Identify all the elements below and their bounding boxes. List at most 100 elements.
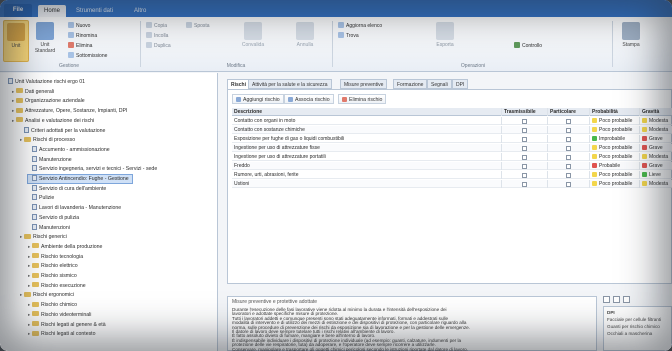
checkbox[interactable] bbox=[522, 145, 527, 151]
validate-button[interactable]: Convalida bbox=[240, 20, 266, 62]
tab-data-tools[interactable]: Strumenti dati bbox=[70, 5, 119, 17]
table-row[interactable]: Freddo Probabile Grave bbox=[232, 162, 672, 170]
column-header[interactable]: Descrizione bbox=[232, 108, 502, 116]
table-row[interactable]: Rumore, urti, abrasioni, ferite Poco prob… bbox=[232, 171, 672, 179]
checkbox[interactable] bbox=[566, 118, 571, 124]
tree-node[interactable]: ▸ Rischio sismico bbox=[28, 272, 77, 280]
tree-node[interactable]: Servizio di pulizia bbox=[28, 213, 79, 222]
checkbox[interactable] bbox=[566, 127, 571, 133]
delete-button[interactable]: Elimina bbox=[68, 42, 92, 50]
move-button[interactable]: Sposta bbox=[186, 22, 210, 30]
severity-cell[interactable]: Modesta bbox=[640, 180, 672, 188]
checkbox[interactable] bbox=[566, 172, 571, 178]
tree-node[interactable]: Servizio Antincendio: Fughe - Gestione bbox=[27, 174, 133, 184]
column-header[interactable]: Trasmissibile bbox=[502, 108, 548, 116]
new-button[interactable]: Nuovo bbox=[68, 22, 90, 30]
tree-node[interactable]: ▸ Rischi legati al genere & età bbox=[28, 321, 106, 329]
tab-segnali[interactable]: Segnali bbox=[427, 79, 452, 89]
checkbox[interactable] bbox=[522, 118, 527, 124]
tab-misure-preventive[interactable]: Misure preventive bbox=[340, 79, 388, 89]
checkbox[interactable] bbox=[522, 163, 527, 169]
tree-node[interactable]: ▸ Rischio chimico bbox=[28, 301, 77, 309]
export-button[interactable]: Esporta bbox=[432, 20, 458, 62]
probability-cell[interactable]: Poco probabile bbox=[590, 180, 640, 188]
copy-button[interactable]: Copia bbox=[146, 22, 167, 30]
tree-node[interactable]: ▸ Organizzazione aziendale bbox=[12, 97, 85, 105]
associate-risk-button[interactable]: Associa rischio bbox=[284, 94, 334, 104]
checkbox[interactable] bbox=[566, 181, 571, 187]
tree-node[interactable]: ▸ Rischio esecuzione bbox=[28, 282, 86, 290]
add-icon[interactable] bbox=[603, 296, 610, 303]
dpi-item[interactable]: Guanti per rischio chimico bbox=[607, 324, 660, 329]
tree-node[interactable]: Manutenzioni bbox=[28, 223, 70, 232]
checkbox[interactable] bbox=[566, 136, 571, 142]
tab-rischi[interactable]: Rischi bbox=[227, 79, 251, 89]
find-button[interactable]: Trova bbox=[338, 32, 359, 40]
delete-icon[interactable] bbox=[623, 296, 630, 303]
probability-cell[interactable]: Poco probabile bbox=[590, 171, 640, 179]
checkbox[interactable] bbox=[566, 154, 571, 160]
tree-node[interactable]: Criteri adottati per la valutazione bbox=[20, 126, 105, 135]
tree-node[interactable]: ▸ Ambiente della produzione bbox=[28, 243, 102, 251]
tab-formazione[interactable]: Formazione bbox=[393, 79, 428, 89]
severity-cell[interactable]: Lieve bbox=[640, 171, 672, 179]
tree-node[interactable]: Pulizie bbox=[28, 194, 54, 202]
probability-cell[interactable]: Poco probabile bbox=[590, 117, 640, 125]
tree-node[interactable]: ▸ Rischi di processo bbox=[20, 136, 75, 144]
tree-node[interactable]: ▸ Dati generali bbox=[12, 88, 54, 96]
tab-dpi[interactable]: DPI bbox=[452, 79, 469, 89]
checkbox[interactable] bbox=[566, 163, 571, 169]
submission-button[interactable]: Sottomissione bbox=[68, 52, 107, 60]
checkbox[interactable] bbox=[566, 145, 571, 151]
tree-node[interactable]: ▸ Rischi legati al contesto bbox=[28, 330, 96, 338]
severity-cell[interactable]: Grave bbox=[640, 162, 672, 170]
tree-node[interactable]: ▸ Rischio elettrico bbox=[28, 262, 78, 270]
tree-node[interactable]: ▸ Analisi e valutazione dei rischi bbox=[12, 117, 94, 125]
table-row[interactable]: Ingestione per uso di attrezzature porta… bbox=[232, 153, 672, 161]
cancel-button[interactable]: Annulla bbox=[292, 20, 318, 62]
checkbox[interactable] bbox=[522, 181, 527, 187]
duplicate-button[interactable]: Duplica bbox=[146, 42, 171, 50]
tree-node[interactable]: Lavori di lavanderia - Manutenzione bbox=[28, 204, 121, 212]
file-menu-button[interactable]: File bbox=[4, 4, 32, 17]
dpi-item[interactable]: Occhiali a mascherina bbox=[607, 331, 652, 336]
refresh-list-button[interactable]: Aggiorna elenco bbox=[338, 22, 382, 30]
probability-cell[interactable]: Improbabile bbox=[590, 135, 640, 143]
tree-node[interactable]: Servizio ingegneria, servizi e tecnici -… bbox=[28, 165, 157, 173]
table-row[interactable]: Ingestione per uso di attrezzature fisse… bbox=[232, 144, 672, 152]
tab-other[interactable]: Altro bbox=[128, 5, 152, 17]
dpi-item[interactable]: Facciale per cellule filtranti bbox=[607, 317, 661, 322]
control-button[interactable]: Controllo bbox=[514, 42, 542, 50]
paste-button[interactable]: Incolla bbox=[146, 32, 168, 40]
edit-icon[interactable] bbox=[613, 296, 620, 303]
tab-attivita-salute-sicurezza[interactable]: Attività per la salute e la sicurezza bbox=[248, 79, 332, 89]
unit-standard-button[interactable]: Unit Standard bbox=[32, 20, 58, 62]
tree-node[interactable]: ▸ Rischi generici bbox=[20, 233, 67, 241]
column-header[interactable]: Gravità bbox=[640, 108, 672, 116]
tree-node[interactable]: ▸ Attrezzature, Opere, Sostanze, Impianti… bbox=[12, 107, 127, 115]
table-row[interactable]: Contatto con organi in moto Poco probabil… bbox=[232, 117, 672, 125]
table-row[interactable]: Ustioni Poco probabile Modesta bbox=[232, 180, 672, 188]
column-header[interactable]: Probabilità bbox=[590, 108, 640, 116]
delete-risk-button[interactable]: Elimina rischio bbox=[338, 94, 387, 104]
column-header[interactable]: Particolare bbox=[548, 108, 590, 116]
tree-node[interactable]: ▸ Rischio videoterminali bbox=[28, 311, 91, 319]
checkbox[interactable] bbox=[522, 154, 527, 160]
probability-cell[interactable]: Probabile bbox=[590, 162, 640, 170]
severity-cell[interactable]: Modesta bbox=[640, 153, 672, 161]
severity-cell[interactable]: Grave bbox=[640, 144, 672, 152]
tree-node[interactable]: Servizio di cura dell'ambiente bbox=[28, 184, 106, 193]
table-row[interactable]: Esposizione per fughe di gas o liquidi c… bbox=[232, 135, 672, 143]
severity-cell[interactable]: Grave bbox=[640, 135, 672, 143]
tab-home[interactable]: Home bbox=[38, 5, 67, 17]
probability-cell[interactable]: Poco probabile bbox=[590, 126, 640, 134]
unit-button[interactable]: Unit bbox=[3, 20, 29, 62]
tree-node[interactable]: ▸ Rischi ergonomici bbox=[20, 291, 74, 299]
checkbox[interactable] bbox=[522, 172, 527, 178]
tree-node[interactable]: Accumento - ammissionazione bbox=[28, 145, 110, 154]
table-row[interactable]: Contatto con sostanze chimiche Poco proba… bbox=[232, 126, 672, 134]
rename-button[interactable]: Rinomina bbox=[68, 32, 97, 40]
probability-cell[interactable]: Poco probabile bbox=[590, 153, 640, 161]
tree-node[interactable]: ▸ Rischio tecnologia bbox=[28, 253, 83, 261]
print-button[interactable]: Stampa bbox=[618, 20, 644, 62]
